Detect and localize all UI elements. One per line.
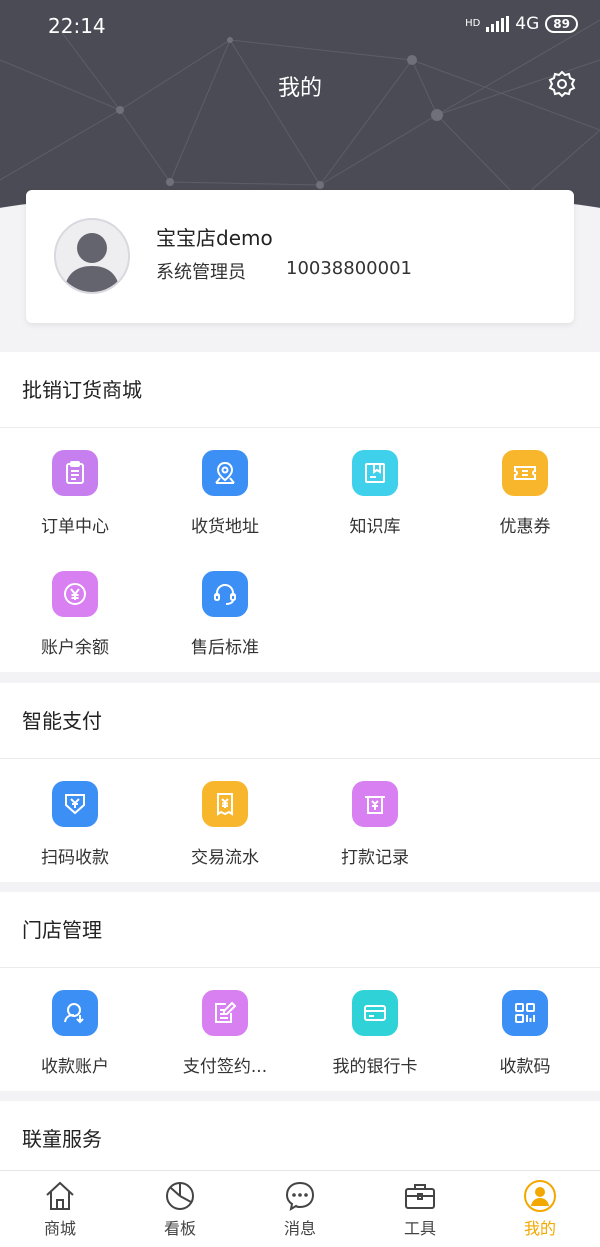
edit-doc-icon [202,990,248,1036]
message-icon [285,1181,315,1212]
status-bar: 22:14 HD 4G 89 [0,0,600,52]
store-name: 宝宝店demo [156,226,273,250]
ticket-icon [502,450,548,496]
section-title: 联童服务 [0,1101,600,1171]
page-title: 我的 [277,76,322,101]
tile-label: 收货地址 [191,517,259,537]
tab-label: 看板 [163,1219,196,1238]
section-wholesale-mall: 批销订货商城 订单中心 收货地址 知识库 优惠券 账户余额 售后标准 [0,352,600,672]
bank-card-icon [352,990,398,1036]
tile-label: 我的银行卡 [332,1057,418,1077]
tile-label: 交易流水 [191,848,259,868]
tile-label: 收款码 [499,1057,551,1077]
avatar[interactable] [54,218,130,294]
tab-label: 消息 [283,1219,316,1238]
payment-code-button[interactable]: 收款码 [450,968,600,1089]
hd-indicator: HD [465,18,481,29]
section-title: 批销订货商城 [0,352,600,428]
payment-contract-button[interactable]: 支付签约... [150,968,300,1089]
pie-chart-icon [166,1182,194,1210]
battery-icon: 89 [545,15,578,33]
tab-mine[interactable]: 我的 [480,1171,600,1247]
profile-card[interactable]: 宝宝店demo 系统管理员 10038800001 [26,190,574,323]
qr-code-icon [502,990,548,1036]
scan-yuan-icon [52,781,98,827]
tile-label: 收款账户 [41,1057,109,1077]
my-bank-card-button[interactable]: 我的银行卡 [300,968,450,1089]
tile-label: 扫码收款 [41,848,109,868]
user-phone: 10038800001 [286,258,412,279]
knowledge-base-button[interactable]: 知识库 [300,428,450,549]
user-avatar-icon [56,220,128,292]
after-sales-button[interactable]: 售后标准 [150,549,300,670]
home-icon [46,1181,74,1210]
order-center-button[interactable]: 订单中心 [0,428,150,549]
tab-label: 商城 [43,1219,76,1238]
atm-icon [352,781,398,827]
shipping-address-button[interactable]: 收货地址 [150,428,300,549]
yuan-coin-icon [52,571,98,617]
status-time: 22:14 [48,14,106,38]
signal-icon [486,16,510,32]
section-store-management: 门店管理 收款账户 支付签约... 我的银行卡 收款码 [0,892,600,1091]
section-title: 智能支付 [0,683,600,759]
scan-collect-button[interactable]: 扫码收款 [0,759,150,880]
book-icon [352,450,398,496]
tab-mall[interactable]: 商城 [0,1171,120,1247]
coupon-button[interactable]: 优惠券 [450,428,600,549]
section-smart-payment: 智能支付 扫码收款 交易流水 打款记录 [0,683,600,882]
user-role: 系统管理员 [156,262,246,283]
account-balance-button[interactable]: 账户余额 [0,549,150,670]
tab-messages[interactable]: 消息 [240,1171,360,1247]
tab-label: 我的 [523,1219,556,1238]
network-type: 4G [515,14,540,34]
settings-gear-icon[interactable] [548,70,576,98]
tab-label: 工具 [403,1219,436,1238]
section-title: 门店管理 [0,892,600,968]
tile-label: 知识库 [349,517,401,537]
account-icon [52,990,98,1036]
bottom-tab-bar: 商城 看板 消息 工具 我的 [0,1170,600,1247]
headset-icon [202,571,248,617]
section-liantong-service: 联童服务 [0,1101,600,1171]
payment-records-button[interactable]: 打款记录 [300,759,450,880]
tile-label: 账户余额 [41,638,109,658]
toolbox-icon [405,1184,435,1209]
clipboard-icon [52,450,98,496]
receipt-icon [202,781,248,827]
tile-label: 售后标准 [191,638,259,658]
tile-label: 订单中心 [41,517,109,537]
tile-label: 优惠券 [499,517,551,537]
user-icon [524,1180,556,1212]
map-location-icon [202,450,248,496]
tab-tools[interactable]: 工具 [360,1171,480,1247]
collection-account-button[interactable]: 收款账户 [0,968,150,1089]
tab-dashboard[interactable]: 看板 [120,1171,240,1247]
transaction-flow-button[interactable]: 交易流水 [150,759,300,880]
tile-label: 支付签约... [182,1057,268,1077]
tile-label: 打款记录 [341,848,409,868]
